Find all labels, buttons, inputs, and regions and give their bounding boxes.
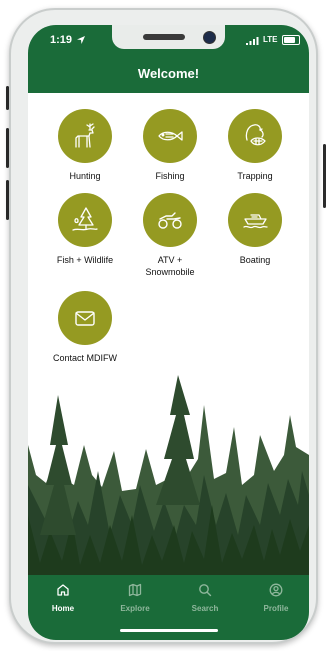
tile-hunting[interactable]: Hunting bbox=[40, 109, 130, 182]
home-icon bbox=[57, 584, 69, 596]
tile-contact-mdifw[interactable]: Contact MDIFW bbox=[40, 291, 130, 364]
tab-label: Explore bbox=[120, 604, 150, 613]
signal-bars-icon bbox=[246, 37, 259, 45]
phone-screen: 1:19 LTE Welcome! Hunting Fishing Trappi… bbox=[28, 25, 309, 640]
tile-label: Hunting bbox=[69, 171, 101, 181]
search-icon bbox=[199, 584, 212, 597]
tab-label: Search bbox=[191, 604, 219, 613]
location-arrow-icon bbox=[77, 36, 85, 44]
front-camera bbox=[203, 31, 216, 44]
wildlife-tree-icon bbox=[58, 193, 112, 247]
tile-label: Boating bbox=[239, 255, 271, 265]
deer-icon bbox=[58, 109, 112, 163]
boat-icon bbox=[228, 193, 282, 247]
tab-label: Profile bbox=[263, 604, 289, 613]
tile-label: ATV + Snowmobile bbox=[145, 255, 195, 277]
tab-home[interactable]: Home bbox=[33, 583, 93, 613]
profile-icon bbox=[269, 583, 283, 597]
tab-search[interactable]: Search bbox=[175, 583, 235, 613]
forest-illustration bbox=[28, 375, 309, 575]
beaver-icon bbox=[228, 109, 282, 163]
tile-fishing[interactable]: Fishing bbox=[125, 109, 215, 182]
tile-label: Fish + Wildlife bbox=[56, 255, 114, 265]
tile-atv-snowmobile[interactable]: ATV + Snowmobile bbox=[125, 193, 215, 278]
camera-notch bbox=[112, 25, 225, 49]
status-time: 1:19 bbox=[50, 34, 73, 46]
tab-label: Home bbox=[51, 604, 75, 613]
map-icon bbox=[128, 583, 142, 597]
page-title: Welcome! bbox=[137, 66, 200, 81]
tab-explore[interactable]: Explore bbox=[105, 583, 165, 613]
atv-icon bbox=[143, 193, 197, 247]
power-button bbox=[323, 144, 326, 208]
network-label: LTE bbox=[263, 35, 278, 44]
tile-label: Contact MDIFW bbox=[52, 353, 117, 363]
fish-icon bbox=[143, 109, 197, 163]
speaker-grille bbox=[143, 34, 185, 40]
tile-label: Trapping bbox=[237, 171, 273, 181]
tile-fish-wildlife[interactable]: Fish + Wildlife bbox=[40, 193, 130, 266]
tab-profile[interactable]: Profile bbox=[246, 583, 306, 613]
tile-label: Fishing bbox=[155, 171, 185, 181]
home-indicator bbox=[120, 629, 218, 632]
app-header: Welcome! bbox=[28, 57, 309, 93]
status-bar: 1:19 LTE bbox=[28, 25, 309, 57]
battery-icon bbox=[282, 35, 300, 45]
tile-boating[interactable]: Boating bbox=[210, 193, 300, 266]
tile-trapping[interactable]: Trapping bbox=[210, 109, 300, 182]
mail-icon bbox=[58, 291, 112, 345]
